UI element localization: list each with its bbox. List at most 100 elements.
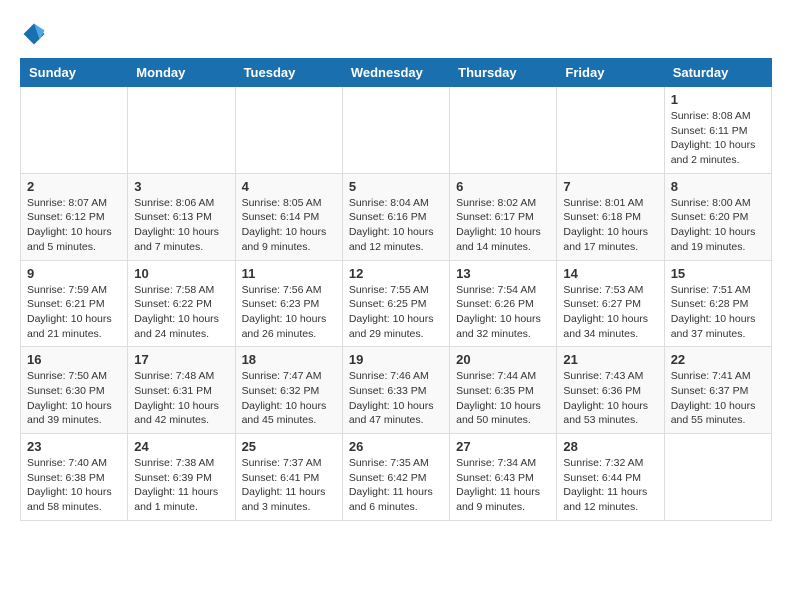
day-cell: 11 Sunrise: 7:56 AM Sunset: 6:23 PM Dayli… <box>235 260 342 347</box>
day-number: 25 <box>242 439 336 454</box>
day-number: 27 <box>456 439 550 454</box>
day-info: Sunrise: 7:56 AM Sunset: 6:23 PM Dayligh… <box>242 283 336 342</box>
day-cell: 25 Sunrise: 7:37 AM Sunset: 6:41 PM Dayli… <box>235 434 342 521</box>
day-info: Sunrise: 7:55 AM Sunset: 6:25 PM Dayligh… <box>349 283 443 342</box>
day-number: 22 <box>671 352 765 367</box>
header-monday: Monday <box>128 59 235 87</box>
logo <box>20 20 52 48</box>
day-info: Sunrise: 7:50 AM Sunset: 6:30 PM Dayligh… <box>27 369 121 428</box>
day-info: Sunrise: 8:05 AM Sunset: 6:14 PM Dayligh… <box>242 196 336 255</box>
day-number: 7 <box>563 179 657 194</box>
day-info: Sunrise: 7:34 AM Sunset: 6:43 PM Dayligh… <box>456 456 550 515</box>
day-info: Sunrise: 8:06 AM Sunset: 6:13 PM Dayligh… <box>134 196 228 255</box>
day-number: 14 <box>563 266 657 281</box>
day-info: Sunrise: 8:04 AM Sunset: 6:16 PM Dayligh… <box>349 196 443 255</box>
day-info: Sunrise: 7:47 AM Sunset: 6:32 PM Dayligh… <box>242 369 336 428</box>
day-info: Sunrise: 7:48 AM Sunset: 6:31 PM Dayligh… <box>134 369 228 428</box>
day-number: 9 <box>27 266 121 281</box>
day-cell: 28 Sunrise: 7:32 AM Sunset: 6:44 PM Dayli… <box>557 434 664 521</box>
day-info: Sunrise: 8:08 AM Sunset: 6:11 PM Dayligh… <box>671 109 765 168</box>
week-row-1: 1 Sunrise: 8:08 AM Sunset: 6:11 PM Daylig… <box>21 87 772 174</box>
day-cell: 20 Sunrise: 7:44 AM Sunset: 6:35 PM Dayli… <box>450 347 557 434</box>
day-number: 15 <box>671 266 765 281</box>
day-number: 18 <box>242 352 336 367</box>
day-cell <box>450 87 557 174</box>
header-saturday: Saturday <box>664 59 771 87</box>
day-cell: 7 Sunrise: 8:01 AM Sunset: 6:18 PM Daylig… <box>557 173 664 260</box>
day-cell: 26 Sunrise: 7:35 AM Sunset: 6:42 PM Dayli… <box>342 434 449 521</box>
day-info: Sunrise: 7:58 AM Sunset: 6:22 PM Dayligh… <box>134 283 228 342</box>
day-number: 24 <box>134 439 228 454</box>
day-cell: 6 Sunrise: 8:02 AM Sunset: 6:17 PM Daylig… <box>450 173 557 260</box>
day-number: 26 <box>349 439 443 454</box>
day-info: Sunrise: 7:59 AM Sunset: 6:21 PM Dayligh… <box>27 283 121 342</box>
day-cell: 24 Sunrise: 7:38 AM Sunset: 6:39 PM Dayli… <box>128 434 235 521</box>
header-friday: Friday <box>557 59 664 87</box>
day-info: Sunrise: 7:32 AM Sunset: 6:44 PM Dayligh… <box>563 456 657 515</box>
header-tuesday: Tuesday <box>235 59 342 87</box>
day-number: 17 <box>134 352 228 367</box>
day-cell: 19 Sunrise: 7:46 AM Sunset: 6:33 PM Dayli… <box>342 347 449 434</box>
day-number: 1 <box>671 92 765 107</box>
day-number: 12 <box>349 266 443 281</box>
day-info: Sunrise: 8:01 AM Sunset: 6:18 PM Dayligh… <box>563 196 657 255</box>
day-cell: 14 Sunrise: 7:53 AM Sunset: 6:27 PM Dayli… <box>557 260 664 347</box>
day-cell: 10 Sunrise: 7:58 AM Sunset: 6:22 PM Dayli… <box>128 260 235 347</box>
day-info: Sunrise: 8:07 AM Sunset: 6:12 PM Dayligh… <box>27 196 121 255</box>
day-number: 11 <box>242 266 336 281</box>
day-cell: 17 Sunrise: 7:48 AM Sunset: 6:31 PM Dayli… <box>128 347 235 434</box>
day-cell: 3 Sunrise: 8:06 AM Sunset: 6:13 PM Daylig… <box>128 173 235 260</box>
day-cell <box>21 87 128 174</box>
day-cell: 9 Sunrise: 7:59 AM Sunset: 6:21 PM Daylig… <box>21 260 128 347</box>
day-info: Sunrise: 7:54 AM Sunset: 6:26 PM Dayligh… <box>456 283 550 342</box>
day-cell <box>342 87 449 174</box>
day-number: 20 <box>456 352 550 367</box>
day-cell: 1 Sunrise: 8:08 AM Sunset: 6:11 PM Daylig… <box>664 87 771 174</box>
day-info: Sunrise: 7:38 AM Sunset: 6:39 PM Dayligh… <box>134 456 228 515</box>
day-number: 16 <box>27 352 121 367</box>
week-row-5: 23 Sunrise: 7:40 AM Sunset: 6:38 PM Dayli… <box>21 434 772 521</box>
day-cell: 4 Sunrise: 8:05 AM Sunset: 6:14 PM Daylig… <box>235 173 342 260</box>
week-row-4: 16 Sunrise: 7:50 AM Sunset: 6:30 PM Dayli… <box>21 347 772 434</box>
calendar: SundayMondayTuesdayWednesdayThursdayFrid… <box>20 58 772 521</box>
day-number: 19 <box>349 352 443 367</box>
day-number: 21 <box>563 352 657 367</box>
day-cell: 8 Sunrise: 8:00 AM Sunset: 6:20 PM Daylig… <box>664 173 771 260</box>
day-info: Sunrise: 7:46 AM Sunset: 6:33 PM Dayligh… <box>349 369 443 428</box>
day-info: Sunrise: 7:43 AM Sunset: 6:36 PM Dayligh… <box>563 369 657 428</box>
day-number: 8 <box>671 179 765 194</box>
day-info: Sunrise: 7:37 AM Sunset: 6:41 PM Dayligh… <box>242 456 336 515</box>
day-cell: 18 Sunrise: 7:47 AM Sunset: 6:32 PM Dayli… <box>235 347 342 434</box>
day-number: 13 <box>456 266 550 281</box>
day-cell: 15 Sunrise: 7:51 AM Sunset: 6:28 PM Dayli… <box>664 260 771 347</box>
day-number: 28 <box>563 439 657 454</box>
day-info: Sunrise: 7:53 AM Sunset: 6:27 PM Dayligh… <box>563 283 657 342</box>
day-info: Sunrise: 7:35 AM Sunset: 6:42 PM Dayligh… <box>349 456 443 515</box>
day-number: 2 <box>27 179 121 194</box>
day-cell <box>557 87 664 174</box>
day-number: 23 <box>27 439 121 454</box>
day-cell: 5Sunrise: 8:04 AM Sunset: 6:16 PM Daylig… <box>342 173 449 260</box>
day-cell: 2 Sunrise: 8:07 AM Sunset: 6:12 PM Daylig… <box>21 173 128 260</box>
day-cell <box>235 87 342 174</box>
day-info: Sunrise: 7:51 AM Sunset: 6:28 PM Dayligh… <box>671 283 765 342</box>
day-info: Sunrise: 7:40 AM Sunset: 6:38 PM Dayligh… <box>27 456 121 515</box>
day-cell: 12 Sunrise: 7:55 AM Sunset: 6:25 PM Dayli… <box>342 260 449 347</box>
header <box>20 20 772 48</box>
day-info: Sunrise: 7:44 AM Sunset: 6:35 PM Dayligh… <box>456 369 550 428</box>
logo-icon <box>20 20 48 48</box>
day-cell: 13 Sunrise: 7:54 AM Sunset: 6:26 PM Dayli… <box>450 260 557 347</box>
calendar-header-row: SundayMondayTuesdayWednesdayThursdayFrid… <box>21 59 772 87</box>
day-number: 6 <box>456 179 550 194</box>
day-number: 10 <box>134 266 228 281</box>
header-wednesday: Wednesday <box>342 59 449 87</box>
day-info: Sunrise: 7:41 AM Sunset: 6:37 PM Dayligh… <box>671 369 765 428</box>
day-cell: 22 Sunrise: 7:41 AM Sunset: 6:37 PM Dayli… <box>664 347 771 434</box>
day-number: 4 <box>242 179 336 194</box>
week-row-3: 9 Sunrise: 7:59 AM Sunset: 6:21 PM Daylig… <box>21 260 772 347</box>
day-cell: 23 Sunrise: 7:40 AM Sunset: 6:38 PM Dayli… <box>21 434 128 521</box>
day-cell: 21 Sunrise: 7:43 AM Sunset: 6:36 PM Dayli… <box>557 347 664 434</box>
day-info: Sunrise: 8:00 AM Sunset: 6:20 PM Dayligh… <box>671 196 765 255</box>
day-number: 3 <box>134 179 228 194</box>
day-info: Sunrise: 8:02 AM Sunset: 6:17 PM Dayligh… <box>456 196 550 255</box>
